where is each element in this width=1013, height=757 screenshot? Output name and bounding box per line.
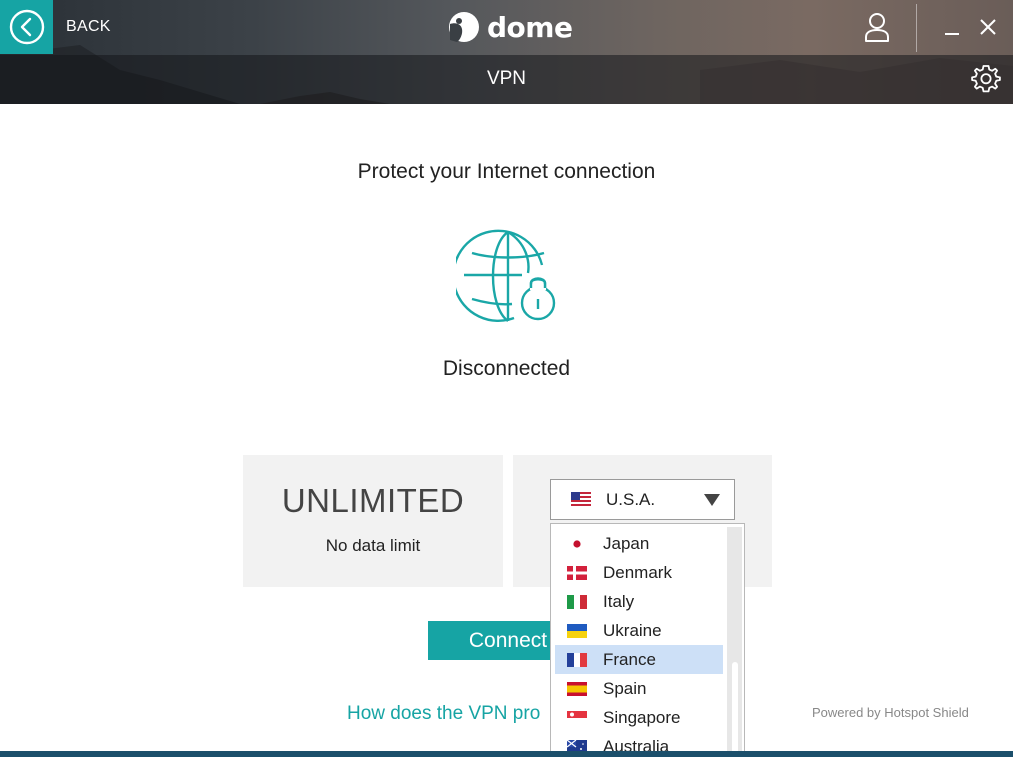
location-option-label: Japan <box>603 534 650 553</box>
us-flag-icon <box>571 492 591 506</box>
location-select-value: U.S.A. <box>606 490 656 509</box>
location-select[interactable]: U.S.A. <box>550 479 735 520</box>
location-option-label: Denmark <box>603 563 672 582</box>
minimize-icon[interactable] <box>943 20 961 38</box>
gear-icon[interactable] <box>970 63 1002 95</box>
dropdown-scrollbar-thumb[interactable] <box>732 662 738 756</box>
location-option-spain[interactable]: Spain <box>555 674 723 703</box>
france-flag-icon <box>567 653 587 667</box>
close-icon[interactable] <box>978 17 998 37</box>
globe-lock-icon <box>456 229 556 323</box>
location-option-denmark[interactable]: Denmark <box>555 558 723 587</box>
page-title: VPN <box>486 68 527 89</box>
title-bar: BACK dome <box>0 0 1013 54</box>
chevron-left-circle-icon <box>9 9 44 45</box>
ukraine-flag-icon <box>567 624 587 638</box>
powered-by-text: Powered by Hotspot Shield <box>812 705 969 720</box>
location-option-label: Spain <box>603 679 647 698</box>
headline: Protect your Internet connection <box>357 160 656 183</box>
location-option-japan[interactable]: Japan <box>555 529 723 558</box>
connection-status: Disconnected <box>442 357 571 380</box>
data-plan-sublabel: No data limit <box>325 536 421 555</box>
title-bar-divider <box>916 4 917 52</box>
vpn-help-link[interactable]: How does the VPN pro <box>347 703 540 725</box>
logo-text: dome <box>487 10 573 44</box>
dome-logo: dome <box>447 9 573 45</box>
user-icon[interactable] <box>864 12 890 42</box>
denmark-flag-icon <box>567 566 587 580</box>
back-button[interactable] <box>0 0 53 54</box>
bottom-edge <box>0 751 1013 757</box>
location-option-label: Singapore <box>603 708 681 727</box>
caret-down-icon <box>704 494 720 506</box>
location-option-italy[interactable]: Italy <box>555 587 723 616</box>
location-option-label: Italy <box>603 592 635 611</box>
data-plan-card: UNLIMITED No data limit <box>243 455 503 587</box>
location-option-label: Ukraine <box>603 621 662 640</box>
spain-flag-icon <box>567 682 587 696</box>
italy-flag-icon <box>567 595 587 609</box>
location-dropdown-list[interactable]: Japan Denmark Italy Ukraine France Spain <box>550 523 745 757</box>
dome-logo-mark-icon <box>449 12 479 42</box>
japan-flag-icon <box>567 537 587 551</box>
location-option-singapore[interactable]: Singapore <box>555 703 723 732</box>
location-option-label: France <box>603 650 656 669</box>
location-option-france[interactable]: France <box>555 645 723 674</box>
location-option-ukraine[interactable]: Ukraine <box>555 616 723 645</box>
back-label[interactable]: BACK <box>66 18 111 36</box>
data-plan-label: UNLIMITED <box>281 482 465 519</box>
singapore-flag-icon <box>567 711 587 725</box>
